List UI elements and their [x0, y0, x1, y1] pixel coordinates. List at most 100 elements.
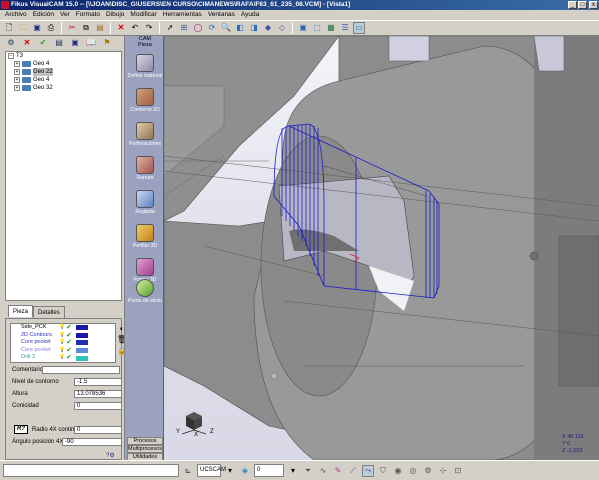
- expand-icon[interactable]: +: [14, 77, 20, 83]
- tab-pieza[interactable]: Pieza: [8, 305, 34, 317]
- menu-formato[interactable]: Formato: [73, 10, 103, 20]
- layer-color-swatch[interactable]: [76, 332, 88, 338]
- tab-multiprocesos[interactable]: Multiprocesos: [127, 445, 163, 453]
- layers-icon[interactable]: ☰: [339, 22, 351, 34]
- wire-icon[interactable]: ◇: [276, 22, 288, 34]
- print-icon[interactable]: ⎙: [45, 22, 57, 34]
- radio-field[interactable]: 0: [74, 426, 122, 434]
- tree-root[interactable]: − T3: [6, 52, 121, 60]
- eye-icon[interactable]: ◉: [392, 465, 404, 477]
- expand-icon[interactable]: +: [14, 69, 20, 75]
- conicidad-field[interactable]: 0: [74, 402, 122, 410]
- render-icon[interactable]: ▦: [325, 22, 337, 34]
- check-icon[interactable]: ✔: [65, 332, 73, 340]
- tab-procesos[interactable]: Procesos: [127, 437, 163, 445]
- minimize-button[interactable]: _: [568, 1, 577, 9]
- cut-icon[interactable]: ✂: [66, 22, 78, 34]
- snap-end-icon[interactable]: ⊡: [452, 465, 464, 477]
- tree-properties-icon[interactable]: ▤: [53, 37, 65, 49]
- tree-flag-icon[interactable]: ⚑: [101, 37, 113, 49]
- layer-color-swatch[interactable]: [76, 325, 88, 331]
- 3d-viewport[interactable]: Y X Z X 48.131 Y 0 Z -1.553: [164, 36, 599, 460]
- menu-ventanas[interactable]: Ventanas: [205, 10, 238, 20]
- tree-book-icon[interactable]: 📖: [85, 37, 97, 49]
- line-icon[interactable]: ⟋: [347, 465, 359, 477]
- spline-icon[interactable]: ⤳: [362, 464, 374, 477]
- tree-delete-icon[interactable]: ✕: [21, 37, 33, 49]
- ucs-dropdown-icon[interactable]: ▾: [224, 465, 236, 477]
- check-icon[interactable]: ✔: [65, 339, 73, 347]
- menu-modificar[interactable]: Modificar: [127, 10, 159, 20]
- maximize-button[interactable]: □: [578, 1, 587, 9]
- layer-color-swatch[interactable]: [76, 355, 88, 361]
- snap-curve-icon[interactable]: ∿: [317, 465, 329, 477]
- cam-tool-ranura[interactable]: Ranura: [125, 156, 165, 181]
- open-folder-icon[interactable]: 🗀: [17, 22, 29, 34]
- nivel-contorno-field[interactable]: -1.5: [74, 378, 122, 386]
- collapse-icon[interactable]: −: [8, 53, 14, 59]
- layer-color-swatch[interactable]: [76, 348, 88, 354]
- layer-dropdown-icon[interactable]: ▾: [287, 465, 299, 477]
- shield-icon[interactable]: ⛉: [377, 465, 389, 477]
- close-button[interactable]: x: [589, 1, 598, 9]
- expand-icon[interactable]: +: [14, 85, 20, 91]
- command-input[interactable]: [3, 464, 179, 477]
- select-arrow-icon[interactable]: ➚: [164, 22, 176, 34]
- redo-icon[interactable]: ↷: [143, 22, 155, 34]
- layer-color-icon[interactable]: ◈: [239, 465, 251, 477]
- help-icon[interactable]: ?⚙: [106, 452, 115, 459]
- settings-gear-icon[interactable]: ⚙: [422, 465, 434, 477]
- ucs-axes-icon[interactable]: ⊾: [182, 465, 194, 477]
- cam-tool-contorno-2d[interactable]: Contorno 2D: [125, 88, 165, 113]
- layer-color-swatch[interactable]: [76, 340, 88, 346]
- expand-icon[interactable]: +: [14, 61, 20, 67]
- menu-ver[interactable]: Ver: [57, 10, 73, 20]
- view-top-icon[interactable]: ◧: [234, 22, 246, 34]
- circle-icon[interactable]: ◯: [192, 22, 204, 34]
- menu-dibujo[interactable]: Dibujo: [103, 10, 127, 20]
- snap-point-icon[interactable]: ⊹: [437, 465, 449, 477]
- pen-icon[interactable]: ✎: [332, 465, 344, 477]
- tree-save-icon[interactable]: ▣: [69, 37, 81, 49]
- angulo-field[interactable]: -90: [62, 438, 122, 446]
- tree-tool-icon[interactable]: ⚙: [5, 37, 17, 49]
- layer-row[interactable]: Core pocket 💡 ✔: [11, 339, 115, 347]
- menu-edicion[interactable]: Edición: [30, 10, 57, 20]
- undo-icon[interactable]: ↶: [129, 22, 141, 34]
- menu-ayuda[interactable]: Ayuda: [238, 10, 262, 20]
- cam-tool-punto-inicio[interactable]: Punto de inicio: [125, 279, 165, 304]
- layer-row[interactable]: Side_PCK 💡 ✔: [11, 324, 115, 332]
- copy-icon[interactable]: ⧉: [80, 22, 92, 34]
- eye-hide-icon[interactable]: ◎: [407, 465, 419, 477]
- cam-tool-definir-material[interactable]: Definir material: [125, 54, 165, 79]
- ucs-select[interactable]: UCSCAM: [197, 464, 226, 477]
- check-icon[interactable]: ✔: [65, 354, 73, 362]
- camera-view-icon[interactable]: ▭: [353, 22, 365, 34]
- check-icon[interactable]: ✔: [65, 324, 73, 332]
- paste-icon[interactable]: ▤: [94, 22, 106, 34]
- cam-tool-reglada[interactable]: Reglada: [125, 190, 165, 215]
- new-file-icon[interactable]: 🗋: [3, 22, 15, 34]
- funnel-icon[interactable]: ⏷: [302, 465, 314, 477]
- save-icon[interactable]: ▣: [31, 22, 43, 34]
- menu-archivo[interactable]: Archivo: [2, 10, 30, 20]
- cam-tool-perfilar-3d[interactable]: Perfilar 3D: [125, 224, 165, 249]
- app-icon[interactable]: [1, 1, 9, 9]
- delete-icon[interactable]: ✕: [115, 22, 127, 34]
- tree-item[interactable]: + Geo 4: [6, 60, 121, 68]
- cam-tool-perforaciones[interactable]: Perforaciones: [125, 122, 165, 147]
- check-icon[interactable]: ✔: [65, 347, 73, 355]
- view-iso-icon[interactable]: ⬚: [311, 22, 323, 34]
- rotate-icon[interactable]: ⟳: [206, 22, 218, 34]
- menu-herramientas[interactable]: Herramientas: [160, 10, 205, 20]
- comentario-field[interactable]: [42, 366, 120, 374]
- tree-check-icon[interactable]: ✔: [37, 37, 49, 49]
- tab-detalles[interactable]: Detalles: [33, 306, 65, 318]
- tree-item[interactable]: + Geo 22: [6, 68, 121, 76]
- view-front-icon[interactable]: ◨: [248, 22, 260, 34]
- view-cube-icon[interactable]: ▣: [297, 22, 309, 34]
- layer-row[interactable]: Drill 2 💡 ✔: [11, 354, 115, 362]
- tree-item[interactable]: + Geo 32: [6, 84, 121, 92]
- layer-select[interactable]: 0: [254, 464, 284, 477]
- shade-icon[interactable]: ◆: [262, 22, 274, 34]
